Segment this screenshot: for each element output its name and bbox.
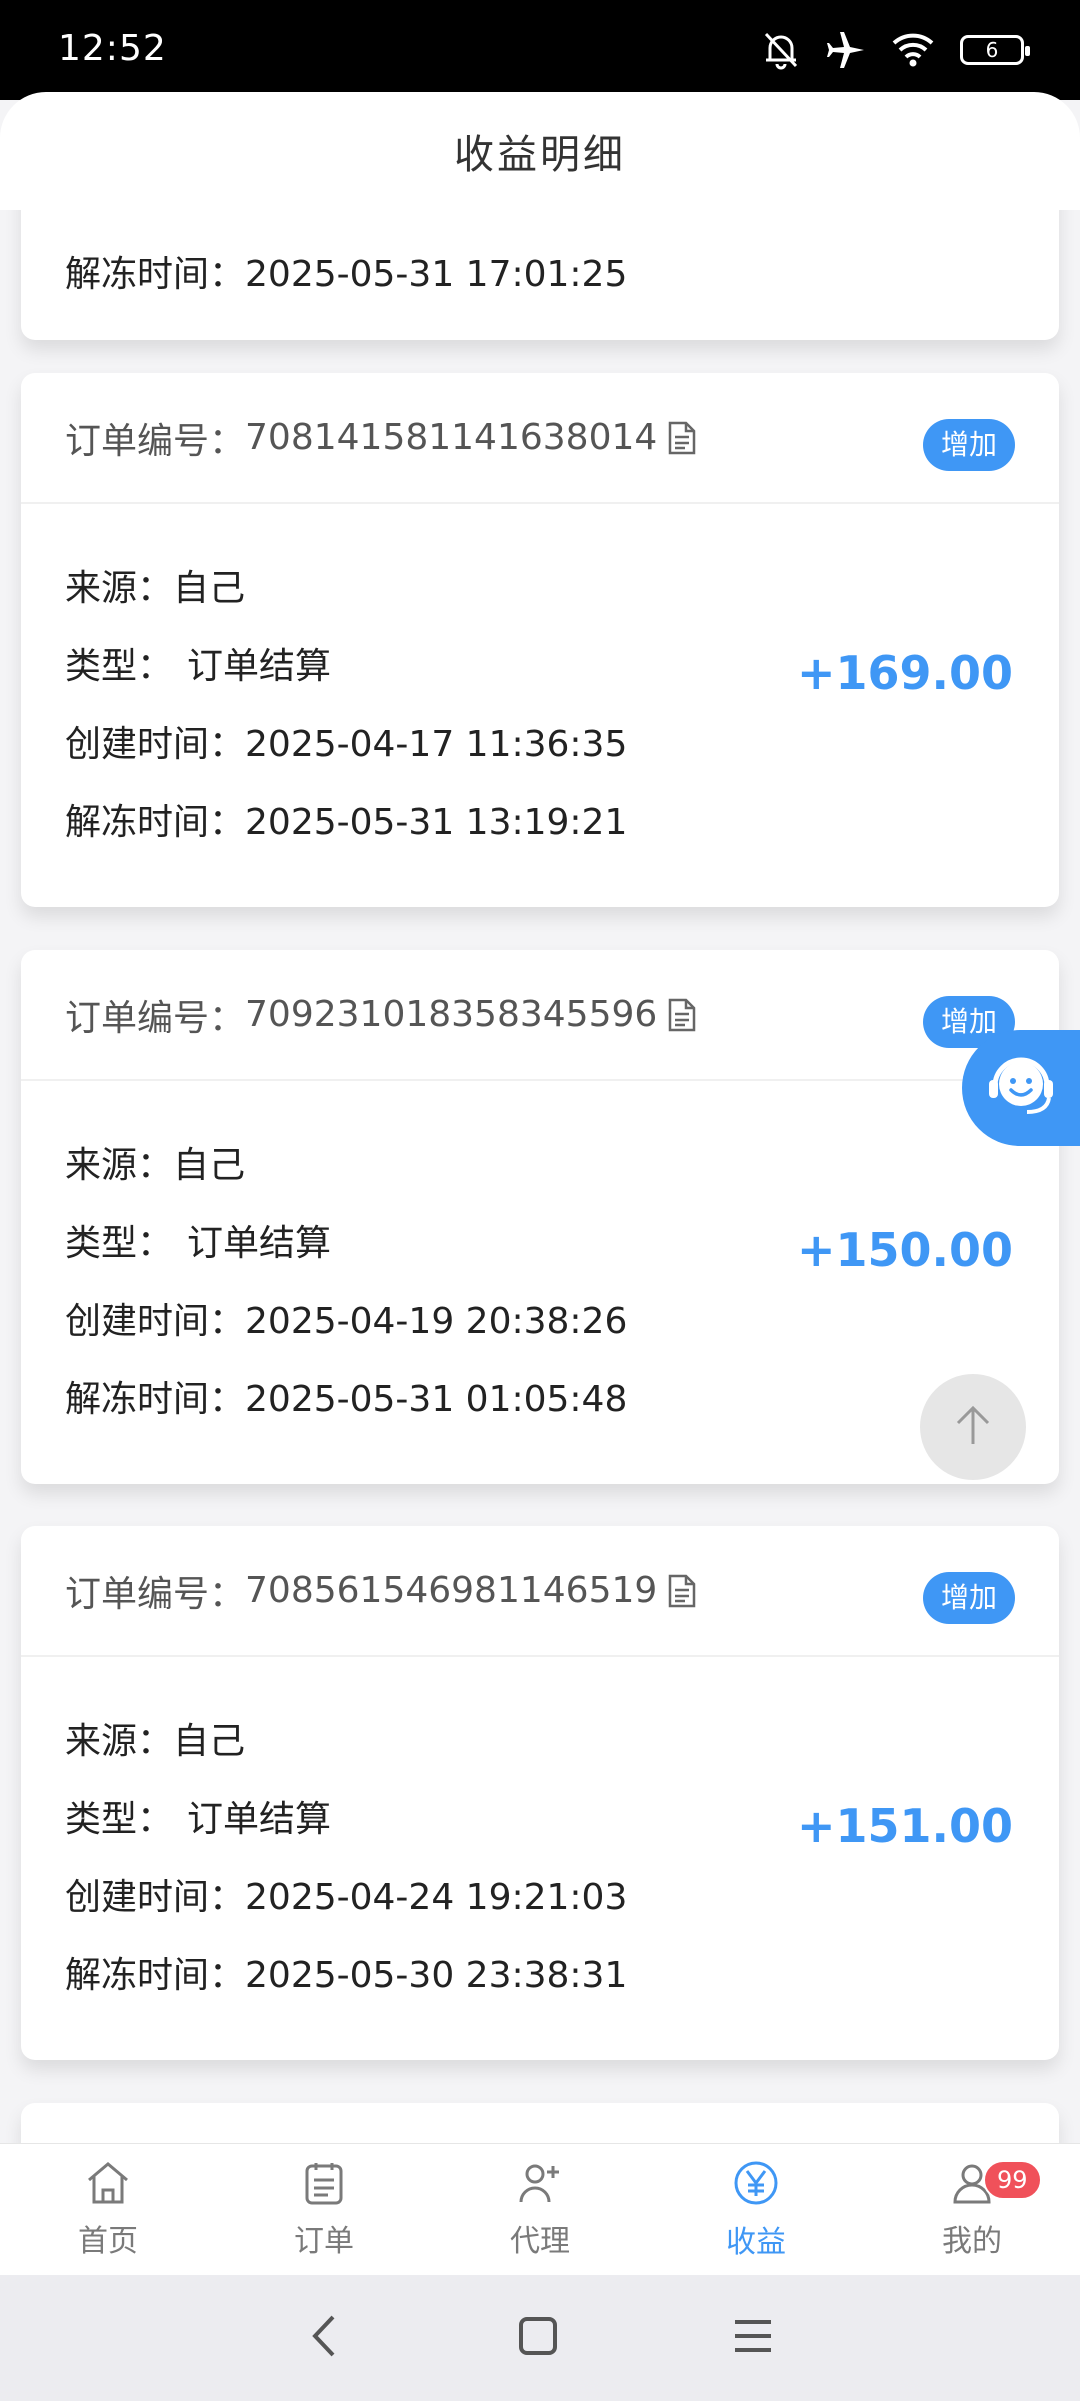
record-card[interactable]: 订单编号： 709231018358345596 增加 来源：自己 类型： 订单结…	[21, 950, 1059, 1484]
chevron-left-icon	[305, 2311, 345, 2365]
home-icon	[84, 2160, 132, 2210]
type-label: 类型：	[65, 1223, 174, 1264]
tab-label: 订单	[294, 2224, 354, 2259]
tab-orders[interactable]: 订单	[216, 2144, 432, 2276]
mute-bell-icon	[762, 30, 800, 70]
source-label: 来源：	[65, 1721, 174, 1762]
type-value: 订单结算	[187, 1799, 332, 1840]
unfreeze-time-row: 解冻时间：2025-05-30 23:38:31	[65, 1937, 1015, 2015]
order-no-value: 708561546981146519	[245, 1570, 658, 1611]
order-no-label: 订单编号：	[65, 1573, 246, 1615]
yuan-icon	[732, 2159, 780, 2211]
amount-value: +150.00	[796, 1223, 1013, 1277]
tab-label: 首页	[78, 2224, 138, 2259]
card-header: 订单编号： 709231018358345596 增加	[21, 950, 1059, 1081]
order-list-icon	[302, 2160, 346, 2210]
created-time-row: 创建时间：2025-04-17 11:36:35	[65, 706, 1015, 784]
created-time-label: 创建时间：	[65, 1301, 246, 1342]
type-value: 订单结算	[187, 1223, 332, 1264]
amount-value: +151.00	[796, 1799, 1013, 1853]
tab-home[interactable]: 首页	[0, 2144, 216, 2276]
card-header: 订单编号： 708561546981146519 增加	[21, 1526, 1059, 1657]
created-time-value: 2025-04-19 20:38:26	[245, 1301, 628, 1342]
created-time-value: 2025-04-17 11:36:35	[245, 724, 628, 765]
type-value: 订单结算	[187, 646, 332, 687]
source-value: 自己	[173, 1145, 246, 1186]
record-card[interactable]: 订单编号： 708141581141638014 增加 来源：自己 类型： 订单结…	[21, 373, 1059, 907]
unfreeze-time-label: 解冻时间：	[65, 1379, 246, 1420]
back-to-top-button[interactable]	[920, 1374, 1026, 1480]
page-title: 收益明细	[454, 132, 626, 178]
menu-nav-button[interactable]	[731, 2314, 775, 2362]
bottom-tab-bar: 首页 订单 代理 收益 我的 99	[0, 2143, 1080, 2276]
unfreeze-time-value: 2025-05-31 01:05:48	[245, 1379, 628, 1420]
battery-level: 6	[985, 38, 999, 62]
order-no-value: 709231018358345596	[245, 994, 658, 1035]
status-badge: 增加	[922, 1572, 1015, 1624]
status-badge: 增加	[922, 419, 1015, 471]
tab-label: 我的	[942, 2224, 1002, 2259]
card-header: 订单编号： 708141581141638014 增加	[21, 373, 1059, 504]
source-value: 自己	[173, 568, 246, 609]
unfreeze-time-value: 2025-05-31 13:19:21	[245, 802, 628, 843]
battery-icon: 6	[960, 35, 1030, 65]
status-time: 12:52	[58, 28, 167, 69]
unfreeze-time-value: 2025-05-31 17:01:25	[245, 254, 628, 295]
page-header: 收益明细	[0, 92, 1080, 210]
unfreeze-time-label: 解冻时间：	[65, 802, 246, 843]
unfreeze-time-value: 2025-05-30 23:38:31	[245, 1955, 628, 1996]
source-label: 来源：	[65, 1145, 174, 1186]
type-label: 类型：	[65, 646, 174, 687]
tab-mine[interactable]: 我的 99	[864, 2144, 1080, 2276]
source-row: 来源：自己	[65, 1703, 1015, 1781]
source-row: 来源：自己	[65, 550, 1015, 628]
add-agent-icon	[517, 2160, 563, 2210]
earnings-list[interactable]: 解冻时间：2025-05-31 17:01:25 订单编号： 708141581…	[0, 210, 1080, 2143]
record-card[interactable]: 订单编号： 708561546981146519 增加 来源：自己 类型： 订单结…	[21, 1526, 1059, 2060]
source-value: 自己	[173, 1721, 246, 1762]
wifi-icon	[892, 33, 934, 67]
record-card-partial: 解冻时间：2025-05-31 17:01:25	[21, 210, 1059, 340]
created-time-value: 2025-04-24 19:21:03	[245, 1877, 628, 1918]
square-icon	[516, 2314, 560, 2362]
unfreeze-time-row: 解冻时间：2025-05-31 13:19:21	[65, 784, 1015, 862]
created-time-label: 创建时间：	[65, 1877, 246, 1918]
notification-badge: 99	[983, 2160, 1042, 2200]
created-time-row: 创建时间：2025-04-24 19:21:03	[65, 1859, 1015, 1937]
airplane-icon	[826, 30, 866, 70]
status-bar: 12:52 6	[0, 0, 1080, 100]
arrow-up-icon	[950, 1402, 996, 1452]
unfreeze-time-label: 解冻时间：	[65, 1955, 246, 1996]
copy-document-icon[interactable]	[667, 998, 697, 1032]
source-label: 来源：	[65, 568, 174, 609]
amount-value: +169.00	[796, 646, 1013, 700]
customer-service-icon	[983, 1048, 1059, 1128]
customer-service-button[interactable]	[962, 1030, 1080, 1146]
status-icons: 6	[762, 28, 1030, 72]
menu-icon	[731, 2314, 775, 2362]
created-time-row: 创建时间：2025-04-19 20:38:26	[65, 1283, 1015, 1361]
record-card-partial	[21, 2103, 1059, 2143]
tab-agent[interactable]: 代理	[432, 2144, 648, 2276]
tab-label: 代理	[510, 2224, 570, 2259]
order-no-label: 订单编号：	[65, 420, 246, 462]
tab-label: 收益	[726, 2225, 786, 2260]
source-row: 来源：自己	[65, 1127, 1015, 1205]
unfreeze-time-row: 解冻时间：2025-05-31 17:01:25	[65, 236, 1015, 314]
unfreeze-time-row: 解冻时间：2025-05-31 01:05:48	[65, 1361, 1015, 1439]
copy-document-icon[interactable]	[667, 1574, 697, 1608]
type-label: 类型：	[65, 1799, 174, 1840]
unfreeze-time-label: 解冻时间：	[65, 254, 246, 295]
copy-document-icon[interactable]	[667, 421, 697, 455]
system-navigation-bar	[0, 2275, 1080, 2401]
tab-earnings[interactable]: 收益	[648, 2144, 864, 2276]
order-no-value: 708141581141638014	[245, 417, 658, 458]
back-nav-button[interactable]	[305, 2311, 345, 2365]
created-time-label: 创建时间：	[65, 724, 246, 765]
order-no-label: 订单编号：	[65, 997, 246, 1039]
home-nav-button[interactable]	[516, 2314, 560, 2362]
